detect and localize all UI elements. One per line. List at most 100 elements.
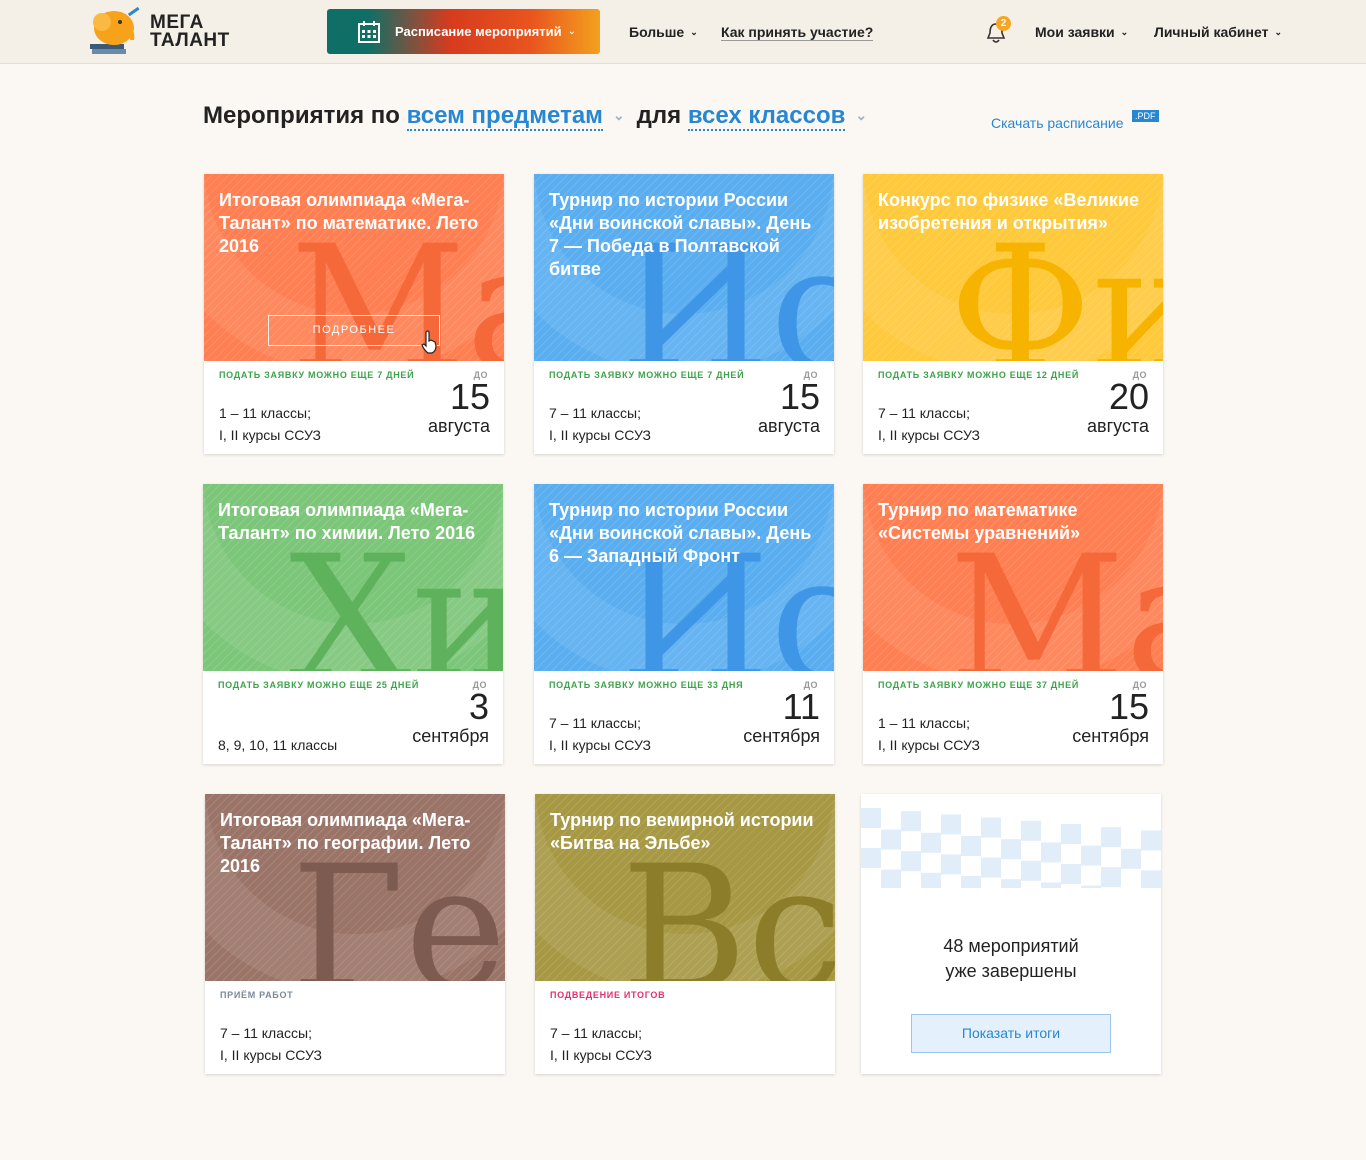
nav-how-to-participate[interactable]: Как принять участие? [721,24,874,41]
event-title[interactable]: Турнир по математике «Системы уравнений» [878,499,1149,545]
deadline-status: ПОДАТЬ ЗАЯВКУ МОЖНО ЕЩЕ 7 ДНЕЙ [219,370,415,380]
checker-square [941,814,961,835]
download-schedule-link[interactable]: Скачать расписание [991,115,1124,131]
deadline-day: 15 [779,376,820,417]
deadline-status: ПОДАТЬ ЗАЯВКУ МОЖНО ЕЩЕ 12 ДНЕЙ [878,370,1079,380]
event-card[interactable]: ВсеТурнир по вемирной истории «Битва на … [535,794,835,1074]
nav-my-applications[interactable]: Мои заявки ⌄ [1035,24,1128,40]
event-grades: 7 – 11 классы; I, II курсы ССУЗ [549,712,651,756]
checker-square [1001,879,1021,888]
event-card[interactable]: ГеоИтоговая олимпиада «Мега-Талант» по г… [205,794,505,1074]
deadline-status: ПОДАТЬ ЗАЯВКУ МОЖНО ЕЩЕ 37 ДНЕЙ [878,680,1079,690]
checker-square [981,817,1001,838]
event-card[interactable]: Фи Конкурс по физике «Великие изобретения… [863,174,1163,454]
event-card-cover[interactable]: Хи Итоговая олимпиада «Мега-Талант» по хи… [203,484,503,671]
event-card-cover[interactable]: МаТурнир по математике «Системы уравнени… [863,484,1163,671]
event-card-info: ПОДАТЬ ЗАЯВКУ МОЖНО ЕЩЕ 12 ДНЕЙ ДО 7 – 11 … [863,361,1163,454]
grades-line-1: 1 – 11 классы; [219,405,311,421]
deadline-day: 20 [1108,376,1149,417]
event-title[interactable]: Турнир по истории России «Дни воинской с… [549,189,820,281]
events-filter-title: Мероприятия по всем предметам ⌄ для всех к… [203,102,879,131]
checker-square [1101,827,1121,848]
deadline-status: ПРИЁМ РАБОТ [220,990,294,1000]
event-card-info: ПОДАТЬ ЗАЯВКУ МОЖНО ЕЩЕ 33 ДНЯ ДО 7 – 11 к… [534,671,834,764]
grades-line-2: I, II курсы ССУЗ [219,427,321,443]
checker-square [881,829,901,850]
event-card-info: ПОДВЕДЕНИЕ ИТОГОВ 7 – 11 классы; I, II кур… [535,981,835,1074]
checker-square [1041,842,1061,863]
event-card-cover[interactable]: Ис Турнир по истории России «Дни воинской… [534,484,834,671]
event-grades: 7 – 11 классы; I, II курсы ССУЗ [220,1022,322,1066]
event-grades: 7 – 11 классы; I, II курсы ССУЗ [878,402,980,446]
event-title[interactable]: Турнир по вемирной истории «Битва на Эль… [550,809,821,855]
checker-square [901,811,921,832]
checker-square [1141,870,1161,888]
event-title[interactable]: Итоговая олимпиада «Мега-Талант» по мате… [219,189,490,258]
event-title[interactable]: Итоговая олимпиада «Мега-Талант» по геог… [220,809,491,878]
subject-filter-select[interactable]: всем предметам [406,102,603,131]
show-results-button[interactable]: Показать итоги [911,1014,1111,1053]
nav-account[interactable]: Личный кабинет ⌄ [1154,24,1282,40]
deadline-day: 11 [782,686,820,727]
checker-square [1081,845,1101,866]
subject-letters: Фи [949,208,1163,362]
nav-account-label: Личный кабинет [1154,24,1269,40]
event-card-cover[interactable]: МаИтоговая олимпиада «Мега-Талант» по ма… [204,174,504,361]
checker-square [1081,885,1101,888]
checker-square [861,848,881,868]
event-title[interactable]: Конкурс по физике «Великие изобретения и… [878,189,1149,235]
checker-square [861,808,881,828]
chevron-down-icon[interactable]: ⌄ [613,107,625,123]
event-card-info: ПРИЁМ РАБОТ 7 – 11 классы; I, II курсы ССУ… [205,981,505,1074]
logo[interactable]: МЕГА ТАЛАНТ [86,6,246,58]
event-title[interactable]: Итоговая олимпиада «Мега-Талант» по хими… [218,499,489,545]
checker-square [1061,864,1081,884]
grades-line-1: 1 – 11 классы; [878,715,970,731]
chevron-down-icon: ⌄ [567,26,576,37]
grades-line-2: I, II курсы ССУЗ [878,737,980,753]
event-card-cover[interactable]: Фи Конкурс по физике «Великие изобретения… [863,174,1163,361]
deadline-status: ПОДВЕДЕНИЕ ИТОГОВ [550,990,666,1000]
deadline-status: ПОДАТЬ ЗАЯВКУ МОЖНО ЕЩЕ 7 ДНЕЙ [549,370,745,380]
event-card[interactable]: Ис Турнир по истории России «Дни воинской… [534,174,834,454]
checker-square [881,869,901,888]
deadline-day: 15 [1108,686,1149,727]
subject-letters: Все [621,828,835,982]
hand-cursor-icon [421,330,437,354]
grades-line-2: 8, 9, 10, 11 классы [218,737,338,753]
event-grades: 1 – 11 классы; I, II курсы ССУЗ [219,402,321,446]
event-card-cover[interactable]: ГеоИтоговая олимпиада «Мега-Талант» по г… [205,794,505,981]
deadline-day: 3 [468,686,489,727]
event-card[interactable]: МаТурнир по математике «Системы уравнени… [863,484,1163,764]
grade-filter-select[interactable]: всех классов [687,102,846,131]
checker-square [1041,882,1061,888]
grades-line-2: I, II курсы ССУЗ [549,427,651,443]
schedule-button[interactable]: Расписание мероприятий ⌄ [327,9,600,54]
completed-events-card: 48 мероприятий уже завершены Показать ит… [861,794,1161,1074]
deadline-status: ПОДАТЬ ЗАЯВКУ МОЖНО ЕЩЕ 25 ДНЕЙ [218,680,419,690]
checker-square [1101,867,1121,888]
event-card[interactable]: МаИтоговая олимпиада «Мега-Талант» по ма… [204,174,504,454]
event-title[interactable]: Турнир по истории России «Дни воинской с… [549,499,820,568]
deadline-day: 15 [449,376,490,417]
event-card[interactable]: Хи Итоговая олимпиада «Мега-Талант» по хи… [203,484,503,764]
checker-square [961,876,981,888]
nav-more-label: Больше [629,24,685,40]
chevron-down-icon[interactable]: ⌄ [855,107,867,123]
deadline-status: ПОДАТЬ ЗАЯВКУ МОЖНО ЕЩЕ 33 ДНЯ [549,680,744,690]
event-card[interactable]: Ис Турнир по истории России «Дни воинской… [534,484,834,764]
deadline-month: сентября [412,726,489,746]
pdf-badge: .PDF [1132,110,1159,122]
checker-square [1141,830,1161,851]
event-card-cover[interactable]: ВсеТурнир по вемирной истории «Битва на … [535,794,835,981]
details-button[interactable]: ПОДРОБНЕЕ [268,315,440,346]
notification-badge: 2 [996,16,1011,31]
checker-square [1021,820,1041,841]
deadline-month: августа [428,416,490,436]
event-card-cover[interactable]: Ис Турнир по истории России «Дни воинской… [534,174,834,361]
completed-events-text: 48 мероприятий уже завершены [861,934,1161,984]
deadline-month: августа [758,416,820,436]
grades-line-2: I, II курсы ССУЗ [220,1047,322,1063]
checker-square [961,836,981,856]
nav-more[interactable]: Больше ⌄ [629,24,698,40]
